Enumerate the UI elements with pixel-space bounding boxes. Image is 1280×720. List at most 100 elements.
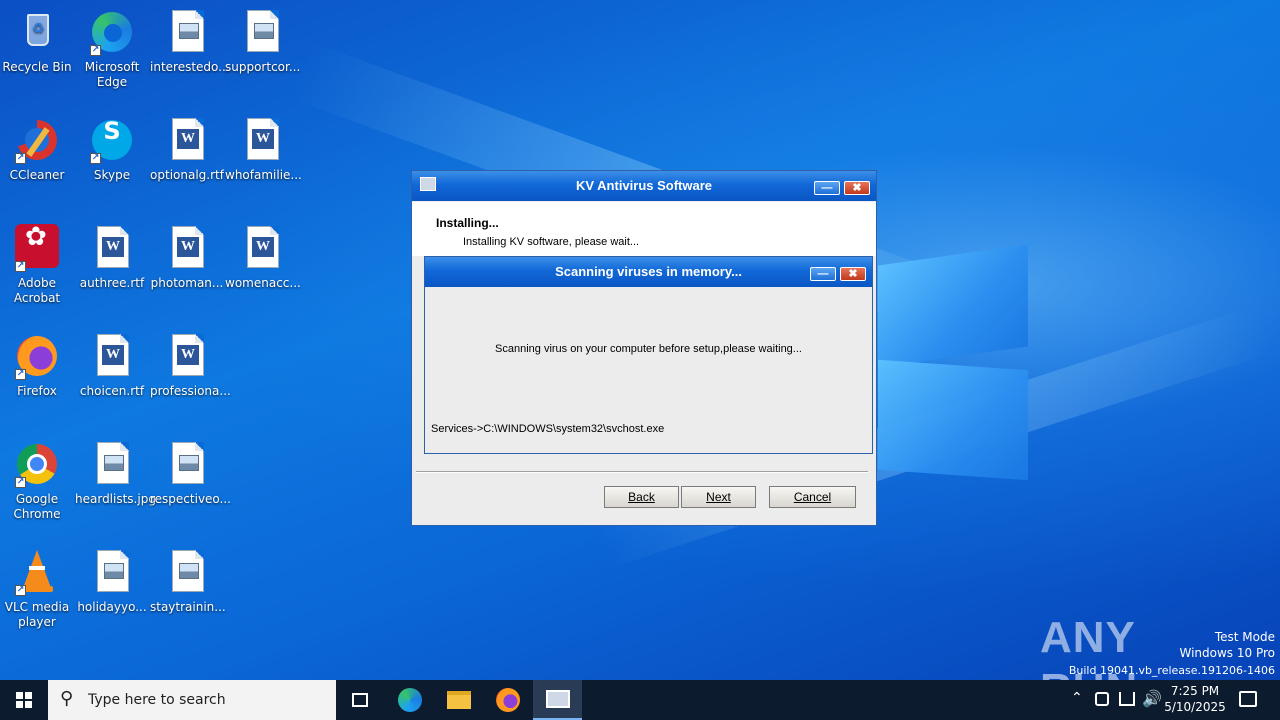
shortcut-arrow-icon: ↗ [90, 45, 101, 56]
taskbar: ⚲ Type here to search ⌃ 🔊 7:25 PM 5/10/2… [0, 680, 1280, 720]
desktop-icon-label: choicen.rtf [79, 384, 145, 398]
desktop-icon-label: supportcor... [225, 60, 301, 74]
close-button[interactable]: ✖ [840, 267, 866, 281]
test-mode-text: Test Mode [1214, 630, 1275, 644]
word-doc-icon: W [163, 332, 211, 380]
desktop-icon-label: photoman... [150, 276, 224, 290]
volume-icon[interactable]: 🔊 [1142, 689, 1162, 708]
desktop-icon-interestedo[interactable]: interestedo... [150, 8, 230, 75]
windows-edition-text: Windows 10 Pro [1179, 646, 1275, 660]
desktop-icon-professiona[interactable]: W professiona... [150, 332, 231, 399]
shortcut-arrow-icon: ↗ [15, 585, 26, 596]
ccleaner-icon: ↗ [13, 116, 61, 164]
scan-titlebar[interactable]: Scanning viruses in memory... — ✖ [425, 257, 872, 287]
next-button[interactable]: Next [681, 486, 756, 508]
desktop-icon-label: interestedo... [150, 60, 230, 74]
clock[interactable]: 7:25 PM 5/10/2025 [1164, 684, 1226, 714]
word-doc-icon: W [88, 332, 136, 380]
notifications-icon[interactable] [1239, 691, 1257, 707]
clock-time: 7:25 PM [1170, 684, 1220, 698]
desktop-icon-whofamilie[interactable]: W whofamilie... [225, 116, 302, 183]
desktop-icon-womenacc[interactable]: W womenacc... [225, 224, 301, 291]
desktop-icon-label: staytrainin... [150, 600, 226, 614]
desktop-icon-label: holidayyo... [77, 600, 147, 614]
taskbar-firefox[interactable] [484, 680, 532, 720]
desktop-icon-firefox[interactable]: ↗ Firefox [0, 332, 74, 399]
build-text: Build 19041.vb_release.191206-1406 [1068, 664, 1275, 677]
desktop-icon-holidayyo[interactable]: holidayyo... [75, 548, 149, 615]
network-icon[interactable] [1119, 692, 1135, 706]
minimize-button[interactable]: — [810, 267, 836, 281]
edge-icon: ↗ [88, 8, 136, 56]
desktop-icon-label: VLC media player [4, 600, 70, 629]
close-button[interactable]: ✖ [844, 181, 870, 195]
desktop-icon-heardlists[interactable]: heardlists.jpg [75, 440, 156, 507]
scan-message: Scanning virus on your computer before s… [495, 343, 802, 355]
windows-logo-pane [878, 359, 1028, 481]
desktop-icon-label: Skype [93, 168, 131, 182]
installer-app-icon [546, 690, 570, 708]
chrome-icon: ↗ [13, 440, 61, 488]
task-view-icon [352, 693, 368, 707]
shortcut-arrow-icon: ↗ [15, 153, 26, 164]
image-file-icon [238, 8, 286, 56]
desktop-icon-label: heardlists.jpg [75, 492, 156, 506]
desktop-icon-adobe-acrobat[interactable]: ✿ ↗ Adobe Acrobat [0, 224, 74, 306]
scan-title: Scanning viruses in memory... [555, 264, 742, 279]
shortcut-arrow-icon: ↗ [90, 153, 101, 164]
scan-status: Services->C:\WINDOWS\system32\svchost.ex… [431, 423, 665, 435]
cancel-button[interactable]: Cancel [769, 486, 856, 508]
desktop-icon-label: Adobe Acrobat [13, 276, 61, 305]
taskbar-installer-app[interactable] [533, 680, 582, 720]
desktop-icon-label: professiona... [150, 384, 231, 398]
desktop-icon-label: whofamilie... [225, 168, 302, 182]
installer-heading: Installing... [436, 216, 499, 230]
taskbar-file-explorer[interactable] [435, 680, 483, 720]
search-box[interactable]: ⚲ Type here to search [48, 680, 336, 720]
desktop-icon-respectiveo[interactable]: respectiveo... [150, 440, 231, 507]
word-doc-icon: W [238, 116, 286, 164]
app-icon [420, 177, 436, 191]
desktop-icon-label: Recycle Bin [2, 60, 72, 74]
desktop-icon-ccleaner[interactable]: ↗ CCleaner [0, 116, 74, 183]
desktop-icon-optionalg[interactable]: W optionalg.rtf [150, 116, 224, 183]
image-file-icon [163, 8, 211, 56]
desktop-icon-photoman[interactable]: W photoman... [150, 224, 224, 291]
shortcut-arrow-icon: ↗ [15, 477, 26, 488]
divider [416, 471, 868, 473]
desktop-icon-staytrainin[interactable]: staytrainin... [150, 548, 226, 615]
installer-titlebar[interactable]: KV Antivirus Software — ✖ [412, 171, 876, 201]
desktop-icon-choicen[interactable]: W choicen.rtf [75, 332, 149, 399]
meet-now-icon[interactable] [1095, 692, 1109, 706]
back-button[interactable]: Back [604, 486, 679, 508]
desktop-background: ♻ Recycle Bin ↗ CCleaner ✿ ↗ Adobe Acrob… [0, 0, 1280, 680]
desktop-icon-supportcor[interactable]: supportcor... [225, 8, 301, 75]
shortcut-arrow-icon: ↗ [15, 261, 26, 272]
desktop-icon-authree[interactable]: W authree.rtf [75, 224, 149, 291]
desktop-icon-recycle-bin[interactable]: ♻ Recycle Bin [0, 8, 74, 75]
scan-window: Scanning viruses in memory... — ✖ Scanni… [424, 256, 873, 454]
folder-icon [447, 691, 471, 709]
installer-title: KV Antivirus Software [575, 178, 713, 193]
desktop-icon-microsoft-edge[interactable]: ↗ Microsoft Edge [75, 8, 149, 90]
image-file-icon [88, 548, 136, 596]
desktop-icon-label: optionalg.rtf [150, 168, 224, 182]
firefox-icon [496, 688, 520, 712]
desktop-icon-skype[interactable]: S ↗ Skype [75, 116, 149, 183]
skype-icon: S ↗ [88, 116, 136, 164]
vlc-icon: ↗ [13, 548, 61, 596]
desktop-icon-label: Google Chrome [13, 492, 61, 521]
start-button[interactable] [0, 680, 48, 720]
desktop-icon-google-chrome[interactable]: ↗ Google Chrome [0, 440, 74, 522]
desktop-icon-vlc[interactable]: ↗ VLC media player [0, 548, 74, 630]
minimize-button[interactable]: — [814, 181, 840, 195]
installer-header: Installing... Installing KV software, pl… [412, 202, 876, 256]
task-view-button[interactable] [336, 680, 384, 720]
desktop-icon-label: authree.rtf [79, 276, 145, 290]
windows-logo-icon [16, 692, 32, 708]
desktop-icon-label: respectiveo... [150, 492, 231, 506]
clock-date: 5/10/2025 [1164, 700, 1226, 714]
tray-chevron-icon[interactable]: ⌃ [1071, 690, 1083, 706]
taskbar-edge[interactable] [386, 680, 434, 720]
recycle-bin-icon: ♻ [13, 8, 61, 56]
